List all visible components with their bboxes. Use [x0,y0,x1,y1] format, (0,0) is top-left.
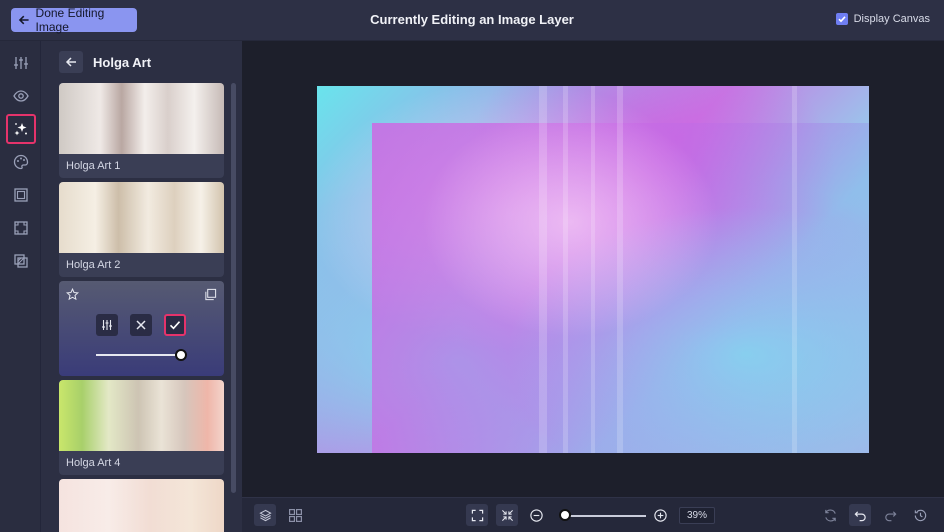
close-icon [136,320,146,330]
effect-card-1[interactable]: Holga Art 1 [59,83,224,178]
panel-title: Holga Art [93,54,152,70]
effects-panel: Holga Art Holga Art 1 Holga Art 2 Holga … [41,41,242,532]
display-canvas-label: Display Canvas [853,13,930,25]
panel-scrollbar[interactable] [231,83,236,493]
display-canvas-toggle[interactable]: Display Canvas [835,13,930,25]
duplicate-icon[interactable] [204,288,217,301]
glitch-stripe [539,86,547,453]
glitch-stripe [792,86,797,453]
effect-card-label: Holga Art 4 [66,457,121,469]
frame-icon[interactable] [6,180,36,210]
page-title: Currently Editing an Image Layer [370,12,574,27]
canvas-image[interactable] [317,86,869,453]
check-icon [169,321,181,330]
redo-icon[interactable] [882,507,898,523]
refresh-icon[interactable] [822,507,838,523]
effect-card-5[interactable] [59,479,224,532]
layers-button[interactable] [254,504,276,526]
intensity-slider[interactable] [96,349,187,361]
effect-thumbnail [59,380,224,451]
expand-icon [471,509,483,521]
zoom-value[interactable]: 39% [679,507,715,524]
zoom-in-icon[interactable] [652,507,668,523]
display-canvas-checkbox[interactable] [835,13,848,25]
undo-icon [854,510,866,521]
top-bar: Done Editing Image Currently Editing an … [0,0,944,41]
glitch-stripe [591,86,595,453]
effect-card-4[interactable]: Holga Art 4 [59,380,224,475]
check-icon [838,16,846,23]
apply-effect-button[interactable] [164,314,186,336]
eye-icon[interactable] [6,81,36,111]
shrink-icon [501,509,513,521]
arrow-left-icon [18,15,29,25]
crop-icon[interactable] [6,213,36,243]
undo-button[interactable] [849,504,871,526]
effect-settings-button[interactable] [96,314,118,336]
zoom-slider[interactable] [561,515,646,517]
effect-card-label: Holga Art 2 [66,259,121,271]
effect-card-2[interactable]: Holga Art 2 [59,182,224,277]
zoom-slider-thumb[interactable] [559,509,572,521]
zoom-out-icon[interactable] [528,507,544,523]
glitch-stripe [563,86,568,453]
fit-screen-button[interactable] [466,504,488,526]
sliders-icon [102,320,112,330]
effect-card-selected [59,281,224,376]
star-icon[interactable] [66,288,79,301]
back-button[interactable] [59,51,83,73]
adjust-icon[interactable] [6,48,36,78]
grid-icon[interactable] [287,507,303,523]
bottom-toolbar: 39% [242,497,944,532]
effect-thumbnail [59,479,224,532]
arrow-left-icon [65,57,76,67]
glitch-stripe [617,86,623,453]
panel-header: Holga Art [59,51,151,73]
effects-icon[interactable] [6,114,36,144]
tool-rail [0,41,41,532]
history-icon[interactable] [912,507,928,523]
layers-icon [258,509,272,521]
shrink-button[interactable] [496,504,518,526]
effect-card-label: Holga Art 1 [66,160,121,172]
effect-thumbnail [59,182,224,253]
effect-thumbnail [59,83,224,154]
intensity-slider-thumb[interactable] [175,349,187,361]
palette-icon[interactable] [6,147,36,177]
overlay-icon[interactable] [6,246,36,276]
done-editing-label: Done Editing Image [35,6,105,34]
cancel-effect-button[interactable] [130,314,152,336]
done-editing-button[interactable]: Done Editing Image [11,6,137,34]
